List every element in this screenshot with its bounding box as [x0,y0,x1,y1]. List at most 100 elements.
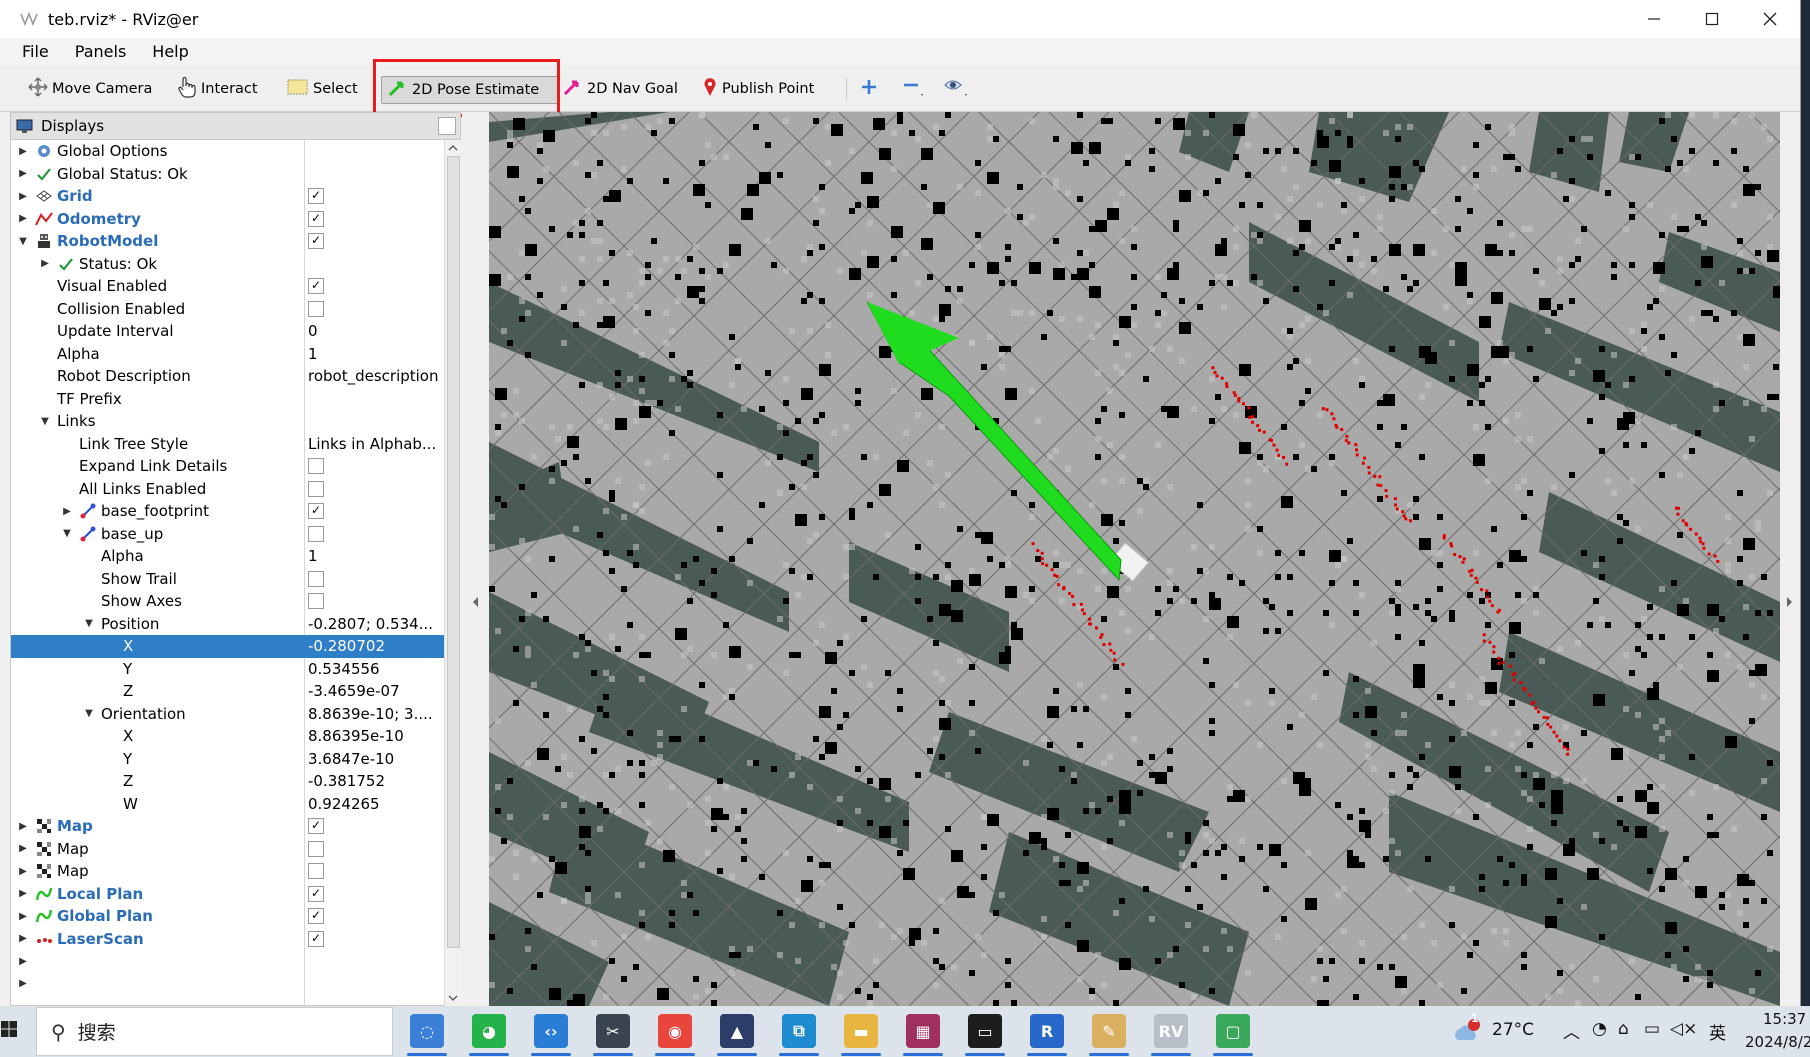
ime-indicator[interactable]: 英 [1709,1019,1726,1044]
display-tree-row[interactable]: ▶ Global Status: Ok [11,163,444,186]
display-row-value[interactable]: 8.8639e-10; 3.... [308,705,433,723]
scroll-down-icon[interactable] [445,992,461,1004]
maximize-button[interactable] [1683,0,1741,38]
display-tree-row[interactable]: ▶ Map ✓ [11,815,444,838]
display-row-value[interactable]: 1 [308,547,318,565]
display-tree-row[interactable]: Visual Enabled ✓ [11,275,444,298]
display-tree-row[interactable]: ▶ base_footprint ✓ [11,500,444,523]
network-icon[interactable]: ⌂ [1618,1019,1629,1039]
render-viewport[interactable] [489,112,1780,1006]
display-row-value[interactable]: -0.2807; 0.534... [308,615,433,633]
display-tree-row[interactable]: ▼ Orientation 8.8639e-10; 3.... [11,703,444,726]
expand-right-icon[interactable]: ▶ [17,888,29,899]
display-tree-row[interactable]: ▶ LaserScan ✓ [11,928,444,951]
display-tree-row[interactable]: Alpha 1 [11,343,444,366]
display-checkbox[interactable] [308,863,324,879]
display-tree-row[interactable]: ▶ Odometry ✓ [11,208,444,231]
scroll-thumb[interactable] [447,156,460,948]
collapse-right-icon[interactable] [1780,592,1800,612]
display-tree-row[interactable]: Alpha 1 [11,545,444,568]
expand-right-icon[interactable]: ▶ [17,978,29,989]
taskbar-app-chrome[interactable]: ◉ [658,1014,692,1048]
display-tree-row[interactable]: TF Prefix [11,388,444,411]
display-tree-row[interactable]: Y 3.6847e-10 [11,748,444,771]
move-camera-button[interactable]: Move Camera [28,76,152,102]
display-checkbox[interactable]: ✓ [308,233,324,249]
show-hidden-icon[interactable]: ︿ [1563,1018,1580,1043]
expand-right-icon[interactable]: ▶ [17,956,29,967]
expand-right-icon[interactable]: ▶ [39,258,51,269]
display-tree-row[interactable]: ▶ [11,973,444,996]
display-checkbox[interactable]: ✓ [308,818,324,834]
remove-tool-button[interactable] [902,76,930,102]
collapse-left-icon[interactable] [462,592,489,612]
display-tree-row[interactable]: X -0.280702 [11,635,444,658]
display-tree-row[interactable]: X 8.86395e-10 [11,725,444,748]
display-checkbox[interactable]: ✓ [308,503,324,519]
display-tree-row[interactable]: Show Axes [11,590,444,613]
expand-down-icon[interactable]: ▼ [83,618,95,629]
display-tree-row[interactable]: ▶ Global Plan ✓ [11,905,444,928]
clock-time[interactable]: 15:37 [1763,1010,1806,1028]
add-tool-button[interactable] [860,76,882,102]
taskbar-app-vscode[interactable]: ‹› [534,1014,568,1048]
taskbar-app-winrar[interactable]: ▦ [906,1014,940,1048]
displays-float-button[interactable] [438,117,456,135]
taskbar-app-wechat[interactable]: ◕ [472,1014,506,1048]
taskbar-app-rviz-window[interactable]: RV [1154,1014,1188,1048]
display-row-value[interactable]: -0.381752 [308,772,385,790]
display-row-value[interactable]: 0.534556 [308,660,380,678]
display-tree-row[interactable]: ▶ Map [11,860,444,883]
display-checkbox[interactable]: ✓ [308,188,324,204]
display-tree-row[interactable]: ▶ Global Options [11,140,444,163]
nav-goal-button[interactable]: 2D Nav Goal [563,76,678,102]
menu-file[interactable]: File [22,42,49,61]
display-row-value[interactable]: robot_description [308,367,439,385]
taskbar-app-terminal[interactable]: ▭ [968,1014,1002,1048]
battery-icon[interactable]: ▭ [1644,1019,1660,1039]
expand-down-icon[interactable]: ▼ [83,708,95,719]
interact-button[interactable]: Interact [177,76,258,102]
display-row-value[interactable]: 0 [308,322,318,340]
taskbar-app-editor[interactable]: ✎ [1092,1014,1126,1048]
taskbar-app-snipping[interactable]: ✂ [596,1014,630,1048]
display-tree-row[interactable]: ▶ Local Plan ✓ [11,883,444,906]
display-tree-row[interactable]: ▶ [11,950,444,973]
expand-right-icon[interactable]: ▶ [61,506,73,517]
display-row-value[interactable]: 8.86395e-10 [308,727,404,745]
windows-start-icon[interactable] [0,1020,22,1042]
clock-date[interactable]: 2024/8/2 [1745,1033,1810,1051]
display-row-value[interactable]: Links in Alphab... [308,435,436,453]
display-checkbox[interactable] [308,480,324,497]
expand-down-icon[interactable]: ▼ [17,236,29,247]
menu-panels[interactable]: Panels [75,42,127,61]
close-button[interactable] [1741,0,1799,38]
display-checkbox[interactable] [308,840,324,857]
minimize-button[interactable] [1625,0,1683,38]
wifi-icon[interactable]: ◔ [1592,1019,1607,1039]
expand-right-icon[interactable]: ▶ [17,843,29,854]
display-tree-row[interactable]: W 0.924265 [11,793,444,816]
taskbar-app-explorer[interactable]: ▬ [844,1014,878,1048]
menu-help[interactable]: Help [152,42,188,61]
display-checkbox[interactable]: ✓ [308,210,324,227]
display-checkbox[interactable]: ✓ [308,278,324,294]
panel-splitter[interactable] [462,112,489,1006]
display-checkbox[interactable]: ✓ [308,908,324,924]
taskbar-app-chat[interactable]: ◌ [410,1014,444,1048]
display-tree-row[interactable]: Expand Link Details [11,455,444,478]
display-tree-row[interactable]: Z -0.381752 [11,770,444,793]
display-tree-row[interactable]: ▶ Grid ✓ [11,185,444,208]
display-tree-row[interactable]: ▶ Status: Ok [11,253,444,276]
display-row-value[interactable]: -0.280702 [308,637,385,655]
taskbar-app-remote[interactable]: ⧉ [782,1014,816,1048]
display-tree-row[interactable]: Collision Enabled [11,298,444,321]
display-tree-row[interactable]: ▼ Position -0.2807; 0.534... [11,613,444,636]
display-row-value[interactable]: 0.924265 [308,795,380,813]
expand-right-icon[interactable]: ▶ [17,213,29,224]
display-tree-row[interactable]: Robot Description robot_description [11,365,444,388]
expand-right-icon[interactable]: ▶ [17,146,29,157]
title-bar[interactable]: teb.rviz* - RViz@er [0,0,1800,38]
display-tree-row[interactable]: Z -3.4659e-07 [11,680,444,703]
display-tree-row[interactable]: Update Interval 0 [11,320,444,343]
